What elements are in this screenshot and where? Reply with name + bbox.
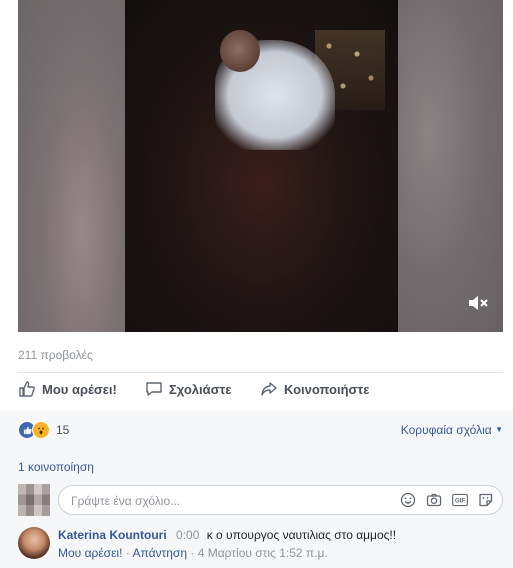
video-blur-left [18, 0, 125, 332]
comment-sort-label: Κορυφαία σχόλια [400, 423, 492, 437]
view-count: 211 προβολές [18, 348, 93, 362]
commenter-avatar[interactable] [18, 527, 50, 559]
comment-input-box[interactable]: GIF [58, 485, 503, 515]
post-actions: Μου αρέσει! Σχολιάστε Κοινοποιήστε [18, 380, 503, 402]
current-user-avatar [18, 484, 50, 516]
video-player[interactable] [18, 0, 503, 332]
volume-mute-icon[interactable] [467, 296, 489, 314]
comment-body: Katerina Kountouri 0:00 κ ο υπουργος ναυ… [58, 528, 503, 542]
reaction-summary[interactable]: 15 [18, 421, 69, 439]
comment-reply-link[interactable]: Απάντηση [132, 546, 187, 560]
comment-text: κ ο υπουργος ναυτιλιας στο αμμος!! [206, 528, 397, 542]
wow-reaction-icon [32, 421, 50, 439]
comment-author[interactable]: Katerina Kountouri [58, 528, 167, 542]
shares-count-link[interactable]: 1 κοινοποίηση [18, 460, 94, 474]
reaction-count: 15 [56, 423, 70, 437]
share-label: Κοινοποιήστε [284, 381, 370, 397]
video-blur-right [398, 0, 503, 332]
like-button[interactable]: Μου αρέσει! [18, 380, 117, 398]
comment-bubble-icon [145, 380, 163, 398]
emoji-icon[interactable] [400, 492, 416, 508]
comment-label: Σχολιάστε [169, 381, 232, 397]
like-label: Μου αρέσει! [42, 381, 117, 397]
sticker-icon[interactable] [478, 492, 494, 508]
divider [18, 372, 503, 373]
gif-icon[interactable]: GIF [452, 492, 468, 508]
comment-input[interactable] [69, 491, 373, 511]
comment-composer: GIF [18, 484, 503, 518]
comment-date[interactable]: 4 Μαρτίου στις 1:52 π.μ. [198, 546, 328, 560]
comment-like-link[interactable]: Μου αρέσει! [58, 546, 122, 560]
video-person-head [220, 30, 260, 72]
meta-dot: · [190, 546, 198, 560]
share-button[interactable]: Κοινοποιήστε [260, 380, 369, 398]
comment-video-timestamp[interactable]: 0:00 [176, 528, 199, 542]
video-frame [125, 0, 398, 332]
camera-icon[interactable] [426, 492, 442, 508]
comment-sort-dropdown[interactable]: Κορυφαία σχόλια ▼ [401, 423, 503, 437]
composer-icons: GIF [400, 492, 494, 508]
thumbs-up-icon [18, 380, 36, 398]
comment-meta: Μου αρέσει! · Απάντηση · 4 Μαρτίου στις … [58, 546, 328, 560]
svg-text:GIF: GIF [455, 498, 466, 505]
caret-down-icon: ▼ [495, 425, 503, 434]
share-arrow-icon [260, 380, 278, 398]
comment-button[interactable]: Σχολιάστε [145, 380, 231, 398]
